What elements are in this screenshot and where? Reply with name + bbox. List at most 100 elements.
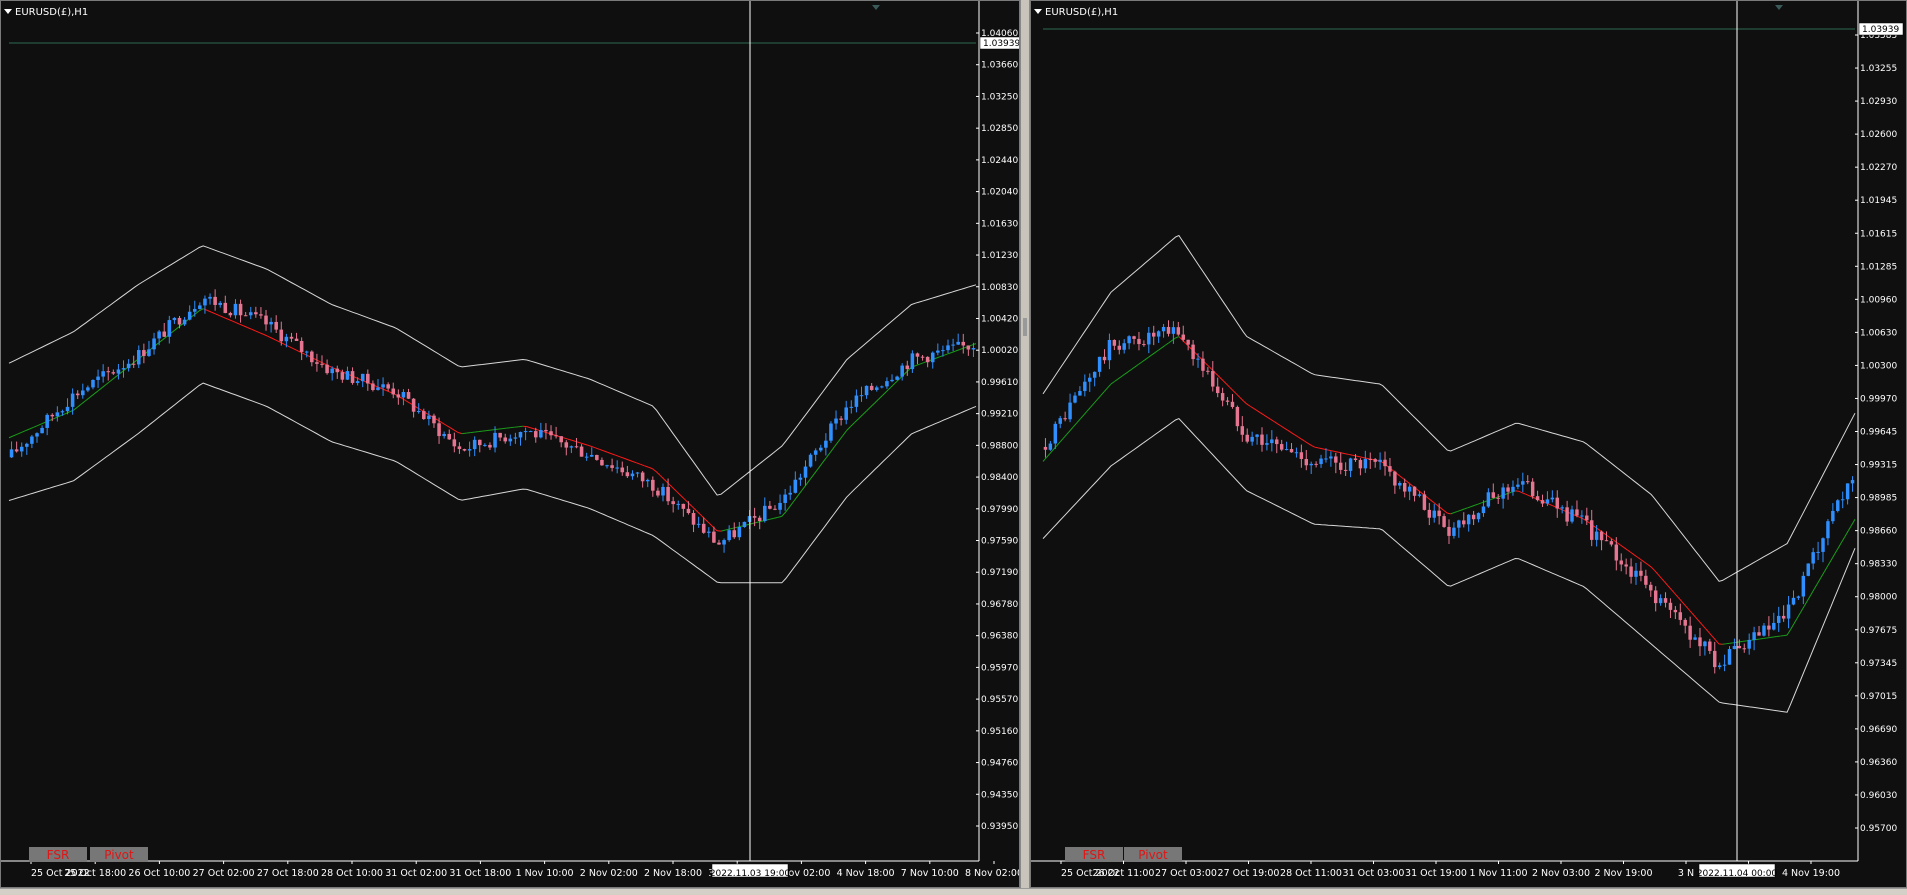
candle-body — [1610, 541, 1613, 544]
candle-body — [1496, 498, 1499, 499]
price-tick-label: 0.96360 — [1860, 758, 1897, 768]
window-splitter[interactable] — [1020, 0, 1030, 894]
candle-body — [1078, 391, 1081, 396]
candle-body — [1447, 527, 1450, 536]
candle-body — [1664, 598, 1667, 603]
price-tick-label: 0.99610 — [981, 378, 1018, 388]
candle-body — [310, 352, 314, 363]
candle-body — [1634, 571, 1637, 577]
candle-body — [1172, 327, 1175, 334]
candle-body — [906, 366, 910, 370]
candle-body — [1088, 378, 1091, 382]
candle-body — [936, 351, 940, 353]
candle-body — [1570, 509, 1573, 521]
candle-body — [1309, 464, 1312, 465]
candle-body — [381, 384, 385, 387]
candle-body — [1575, 509, 1578, 515]
candle-body — [1344, 470, 1347, 471]
candle-body — [45, 415, 49, 428]
candle-body — [1615, 545, 1618, 561]
candle-body — [1186, 340, 1189, 345]
price-tick-label: 1.00830 — [981, 283, 1018, 293]
candle-body — [1378, 460, 1381, 462]
candle-body — [1551, 498, 1554, 500]
candle-body — [875, 387, 879, 390]
candle-body — [147, 349, 151, 356]
price-tick-label: 0.97675 — [1860, 626, 1897, 636]
price-tick-label: 1.02040 — [981, 188, 1018, 198]
price-tick-label: 1.00630 — [1860, 328, 1897, 338]
candle-body — [610, 465, 614, 468]
candle-body — [850, 407, 854, 408]
candle-body — [468, 449, 472, 450]
crosshair-time-label: 2022.11.04 00:00 — [1697, 869, 1778, 879]
price-tick-label: 0.95160 — [981, 727, 1018, 737]
chart-window-left[interactable]: 1.040601.036601.032501.028501.024401.020… — [0, 0, 1020, 888]
candle-body — [1757, 632, 1760, 635]
candle-body — [198, 305, 202, 309]
candle-body — [295, 339, 299, 341]
moving-average-segment — [1318, 448, 1321, 449]
moving-average-segment — [1366, 458, 1369, 459]
candle-body — [1718, 665, 1721, 667]
price-tick-label: 0.96380 — [981, 632, 1018, 642]
candle-body — [1196, 359, 1199, 360]
candle-body — [488, 445, 492, 448]
price-tick-label: 0.98330 — [1860, 560, 1897, 570]
candle-body — [1226, 401, 1229, 402]
splitter-grip-icon[interactable] — [1023, 318, 1027, 336]
candle-body — [524, 431, 528, 432]
time-tick-label: 4 Nov 18:00 — [837, 868, 895, 879]
candle-body — [651, 480, 655, 491]
candle-body — [778, 503, 782, 510]
candle-body — [1083, 382, 1086, 391]
moving-average-segment — [1322, 449, 1325, 450]
candle-body — [1698, 637, 1701, 646]
candle-body — [1127, 336, 1130, 343]
candle-body — [529, 431, 533, 432]
candle-body — [1388, 466, 1391, 472]
candle-body — [1683, 620, 1686, 626]
candle-body — [1526, 481, 1529, 482]
candle-body — [1314, 464, 1317, 465]
candle-body — [447, 434, 451, 439]
candle-body — [269, 322, 273, 324]
candle-body — [1093, 372, 1096, 378]
price-tick-label: 1.03250 — [981, 92, 1018, 102]
candle-body — [855, 396, 859, 407]
candle-body — [926, 357, 930, 362]
candle-body — [824, 441, 828, 448]
chart-canvas[interactable]: 1.040601.036601.032501.028501.024401.020… — [1, 1, 1020, 888]
price-tick-label: 1.00020 — [981, 346, 1018, 356]
candle-body — [1733, 646, 1736, 649]
candle-body — [1688, 626, 1691, 640]
candle-body — [157, 332, 161, 339]
candle-body — [1836, 500, 1839, 511]
candle-body — [1182, 335, 1185, 340]
candle-body — [1442, 516, 1445, 527]
candle-body — [1369, 459, 1372, 460]
candle-body — [661, 487, 665, 496]
time-tick-label: 2 Nov 03:00 — [1532, 868, 1590, 879]
chart-canvas[interactable]: 1.035851.032551.029301.026001.022701.019… — [1031, 1, 1907, 888]
candle-body — [25, 444, 29, 447]
candle-body — [1250, 437, 1253, 442]
candle-body — [132, 364, 136, 365]
candle-body — [595, 455, 599, 460]
candle-body — [941, 350, 945, 351]
candle-body — [1457, 520, 1460, 527]
candle-body — [956, 342, 960, 345]
chart-window-right[interactable]: 1.035851.032551.029301.026001.022701.019… — [1030, 0, 1907, 888]
candle-body — [539, 430, 543, 437]
candle-body — [1364, 459, 1367, 468]
candle-body — [101, 371, 105, 376]
candle-body — [727, 530, 731, 540]
candle-body — [743, 522, 747, 527]
candle-body — [1408, 487, 1411, 492]
moving-average-segment — [1335, 452, 1338, 453]
candle-body — [1339, 463, 1342, 470]
candle-body — [880, 386, 884, 387]
candle-body — [1782, 616, 1785, 619]
candle-body — [1531, 482, 1534, 496]
candle-body — [1649, 585, 1652, 591]
